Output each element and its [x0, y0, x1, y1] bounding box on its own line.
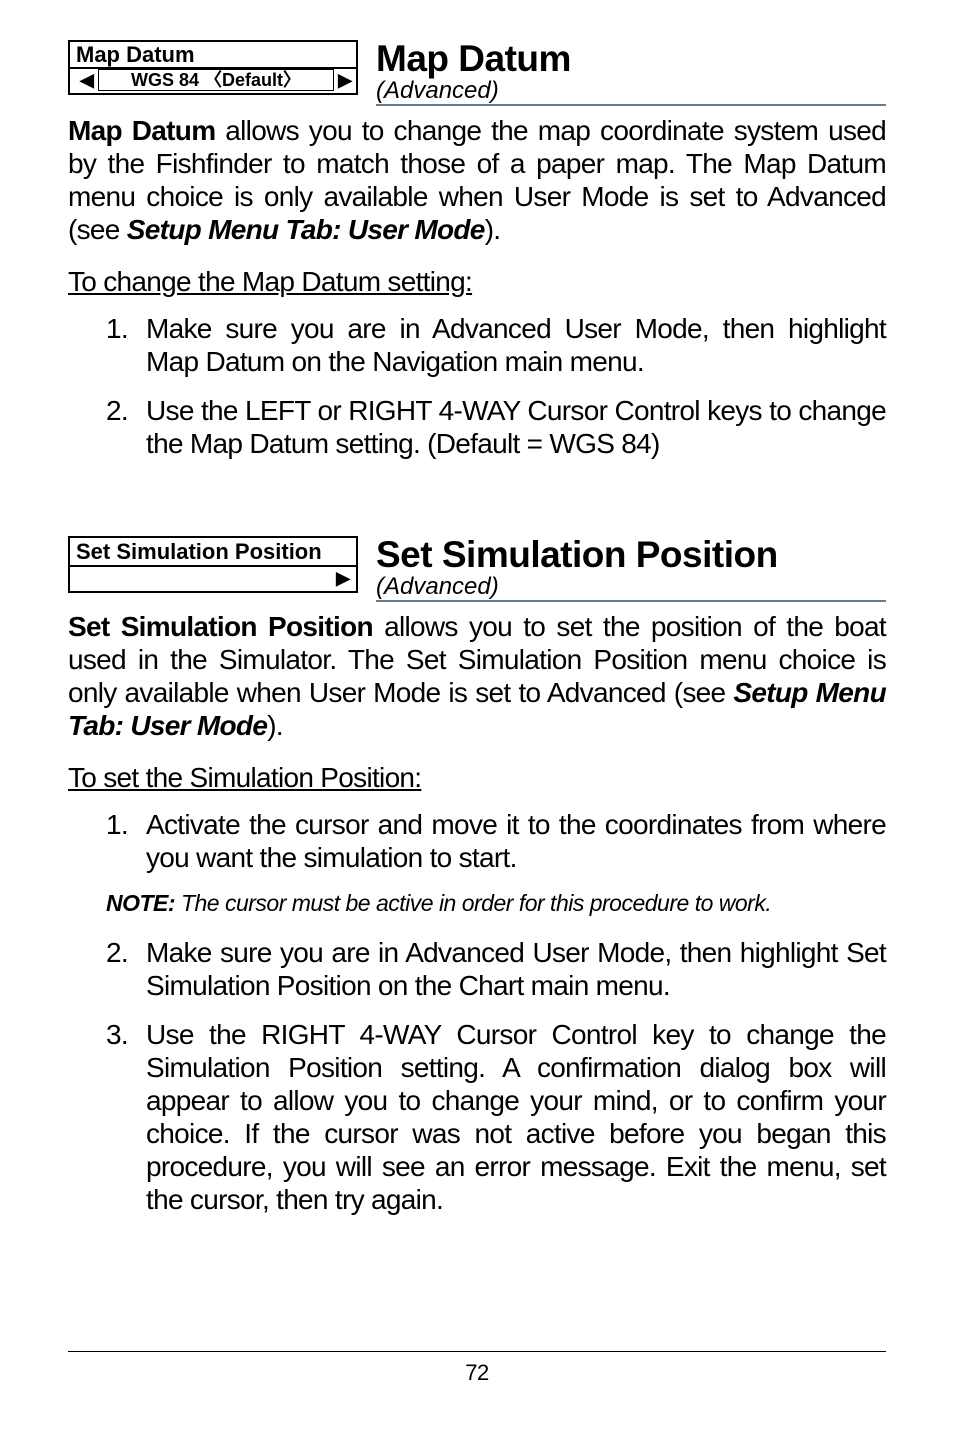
set-sim-title: Set Simulation Position	[376, 536, 886, 573]
section-2-title-block: Set Simulation Position (Advanced)	[358, 536, 886, 602]
map-datum-body-em: Setup Menu Tab: User Mode	[127, 214, 485, 245]
set-sim-step-3: Use the RIGHT 4-WAY Cursor Control key t…	[106, 1018, 886, 1216]
note-text: The cursor must be active in order for t…	[175, 890, 771, 916]
map-datum-body: Map Datum allows you to change the map c…	[68, 114, 886, 246]
set-sim-steps-a: Activate the cursor and move it to the c…	[106, 808, 886, 874]
set-sim-widget-arrow-row: ▶	[70, 567, 356, 591]
set-sim-widget-label: Set Simulation Position	[70, 538, 356, 567]
map-datum-widget-label: Map Datum	[70, 42, 356, 69]
note-label: NOTE:	[106, 890, 175, 916]
set-sim-step-2: Make sure you are in Advanced User Mode,…	[106, 936, 886, 1002]
map-datum-steps: Make sure you are in Advanced User Mode,…	[106, 312, 886, 460]
map-datum-subtitle: (Advanced)	[376, 77, 499, 104]
map-datum-step-1: Make sure you are in Advanced User Mode,…	[106, 312, 886, 378]
section-2-header: Set Simulation Position ▶ Set Simulation…	[68, 536, 886, 602]
map-datum-step-2: Use the LEFT or RIGHT 4-WAY Cursor Contr…	[106, 394, 886, 460]
set-sim-subtitle: (Advanced)	[376, 573, 499, 600]
set-sim-menu-widget: Set Simulation Position ▶	[68, 536, 358, 593]
set-sim-body: Set Simulation Position allows you to se…	[68, 610, 886, 742]
set-sim-steps-b: Make sure you are in Advanced User Mode,…	[106, 936, 886, 1216]
page-footer: 72	[68, 1351, 886, 1386]
map-datum-widget-value: WGS 84 〈Default〉	[98, 69, 334, 91]
set-sim-body-lead: Set Simulation Position	[68, 611, 373, 642]
section-1-title-block: Map Datum (Advanced)	[358, 40, 886, 106]
section-1-header: Map Datum ◀ WGS 84 〈Default〉 ▶ Map Datum…	[68, 40, 886, 106]
arrow-right-icon: ▶	[338, 71, 352, 89]
set-sim-step-1: Activate the cursor and move it to the c…	[106, 808, 886, 874]
arrow-right-icon: ▶	[336, 568, 350, 588]
set-sim-howto: To set the Simulation Position:	[68, 762, 886, 794]
arrow-left-icon: ◀	[80, 71, 94, 89]
set-sim-body-tail: ).	[267, 710, 283, 741]
map-datum-body-lead: Map Datum	[68, 115, 215, 146]
set-sim-note: NOTE: The cursor must be active in order…	[106, 890, 886, 918]
page-number: 72	[68, 1360, 886, 1386]
map-datum-title: Map Datum	[376, 40, 886, 77]
map-datum-menu-widget: Map Datum ◀ WGS 84 〈Default〉 ▶	[68, 40, 358, 95]
map-datum-body-tail: ).	[485, 214, 501, 245]
map-datum-widget-value-row: ◀ WGS 84 〈Default〉 ▶	[70, 69, 356, 93]
map-datum-howto: To change the Map Datum setting:	[68, 266, 886, 298]
footer-rule	[68, 1351, 886, 1352]
